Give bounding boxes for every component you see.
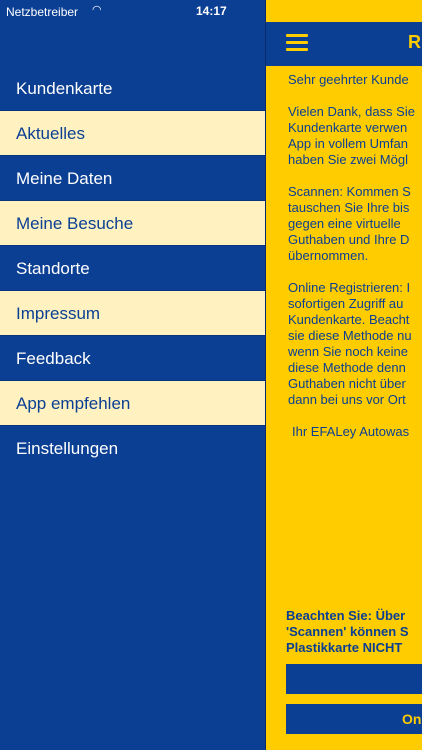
carrier-label: Netzbetreiber [6,5,79,19]
welcome-text: Sehr geehrter Kunde Vielen Dank, dass Si… [288,72,422,456]
scan-button[interactable] [286,664,422,694]
menu-item-einstellungen[interactable]: Einstellungen [0,426,265,471]
menu-item-meine-daten[interactable]: Meine Daten [0,156,265,201]
paragraph-greeting: Sehr geehrter Kunde [288,72,409,87]
wifi-icon: ◠ [92,4,102,16]
content-panel: R Sehr geehrter Kunde Vielen Dank, dass … [265,0,422,750]
menu-item-meine-besuche[interactable]: Meine Besuche [0,201,265,246]
hamburger-menu-icon[interactable] [286,34,308,52]
notice-text: Beachten Sie: Über 'Scannen' können S Pl… [286,608,409,655]
menu-item-app-empfehlen[interactable]: App empfehlen [0,381,265,426]
side-menu: Kundenkarte Aktuelles Meine Daten Meine … [0,66,265,471]
panel-title: R [408,32,421,52]
clock: 14:17 [196,4,227,18]
paragraph-scannen: Scannen: Kommen S tauschen Sie Ihre bis … [288,184,411,263]
menu-item-aktuelles[interactable]: Aktuelles [0,111,265,156]
paragraph-thanks: Vielen Dank, dass Sie Kundenkarte verwen… [288,104,415,167]
paragraph-online-registrieren: Online Registrieren: I sofortigen Zugrif… [288,280,412,407]
menu-item-feedback[interactable]: Feedback [0,336,265,381]
menu-item-impressum[interactable]: Impressum [0,291,265,336]
menu-item-kundenkarte[interactable]: Kundenkarte [0,66,265,111]
online-register-button[interactable]: On [286,704,422,734]
paragraph-signature: Ihr EFALey Autowas [292,424,410,439]
panel-status-area [266,0,422,22]
panel-header: R [266,22,422,66]
menu-background [0,470,265,750]
menu-item-standorte[interactable]: Standorte [0,246,265,291]
